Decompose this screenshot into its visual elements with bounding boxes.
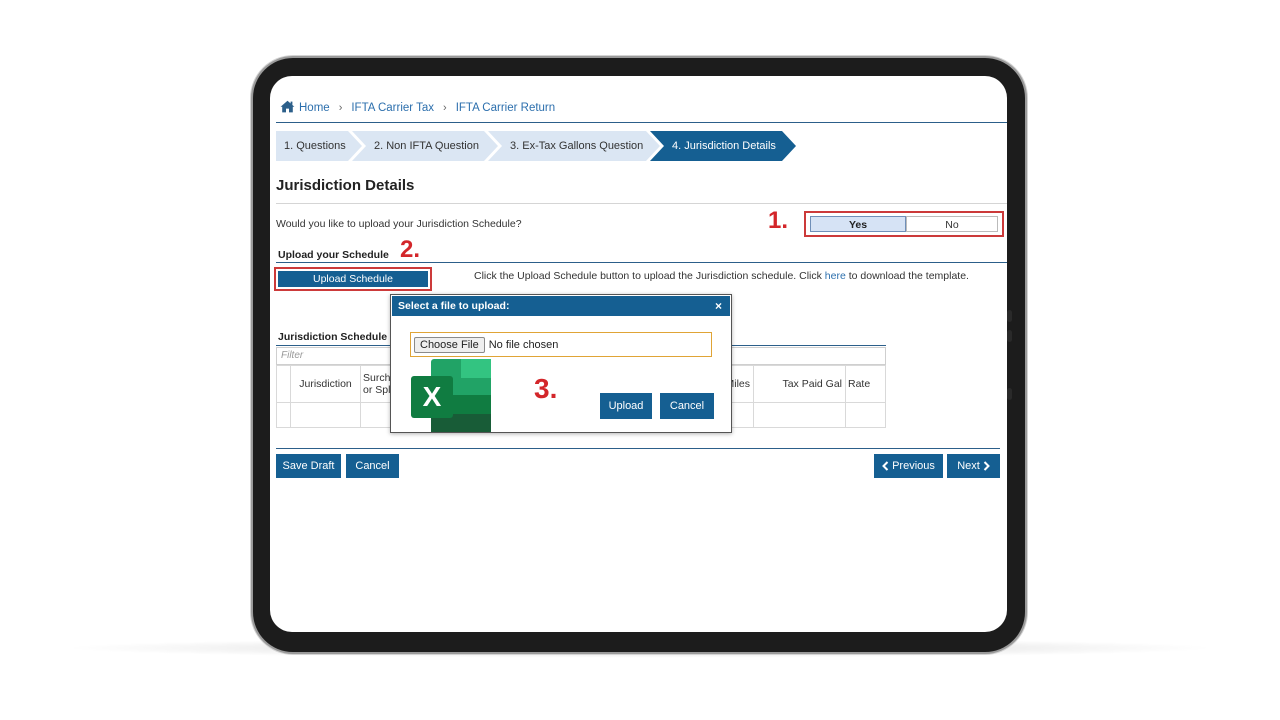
cancel-button[interactable]: Cancel: [346, 454, 399, 478]
tablet-side-button: [1007, 310, 1012, 322]
close-icon[interactable]: ×: [715, 296, 722, 316]
table-cell[interactable]: [754, 403, 846, 427]
template-download-link[interactable]: here: [825, 270, 846, 282]
previous-button[interactable]: Previous: [874, 454, 943, 478]
tablet-screen: Home › IFTA Carrier Tax › IFTA Carrier R…: [270, 76, 1007, 632]
schedule-title: Jurisdiction Schedule: [278, 331, 388, 343]
breadcrumb-home[interactable]: Home: [299, 102, 330, 114]
title-divider: [276, 203, 1007, 204]
breadcrumb-divider: [276, 122, 1007, 123]
dialog-cancel-button[interactable]: Cancel: [660, 393, 714, 419]
yes-toggle[interactable]: Yes: [810, 216, 906, 232]
table-cell: [277, 366, 291, 402]
excel-letter: X: [423, 381, 442, 412]
chevron-right-icon: [983, 461, 990, 471]
table-cell[interactable]: [846, 403, 885, 427]
yes-no-highlight: Yes No: [804, 211, 1004, 237]
callout-1: 1.: [768, 207, 789, 234]
callout-3: 3.: [534, 373, 558, 404]
step-non-ifta-question[interactable]: 2. Non IFTA Question: [352, 131, 498, 161]
breadcrumb: Home › IFTA Carrier Tax › IFTA Carrier R…: [280, 100, 555, 116]
breadcrumb-ifta-carrier-tax[interactable]: IFTA Carrier Tax: [351, 102, 434, 114]
step-questions[interactable]: 1. Questions: [276, 131, 362, 161]
column-header-text: Surch: [363, 372, 391, 384]
actions-divider: [276, 448, 1000, 449]
home-icon[interactable]: [280, 100, 295, 116]
upload-button[interactable]: Upload: [600, 393, 652, 419]
tablet-side-button: [1007, 330, 1012, 342]
upload-button-highlight: Upload Schedule: [274, 267, 432, 291]
chevron-left-icon: [882, 461, 889, 471]
upload-instruction: Click the Upload Schedule button to uplo…: [474, 270, 969, 282]
file-input[interactable]: Choose File No file chosen: [410, 332, 712, 357]
save-draft-button[interactable]: Save Draft: [276, 454, 341, 478]
breadcrumb-separator: ›: [338, 102, 343, 114]
next-label: Next: [957, 460, 980, 472]
step-jurisdiction-details[interactable]: 4. Jurisdiction Details: [650, 131, 796, 161]
upload-schedule-button[interactable]: Upload Schedule: [278, 271, 428, 287]
excel-icon: X: [411, 359, 493, 438]
upload-divider: [276, 262, 1007, 263]
dialog-title: Select a file to upload:: [398, 300, 510, 312]
column-header-tax-paid-gal[interactable]: Tax Paid Gal: [754, 366, 846, 402]
column-header-text: or Spl: [363, 384, 391, 396]
instruction-text: Click the Upload Schedule button to uplo…: [474, 270, 825, 282]
column-header-rate[interactable]: Rate: [846, 366, 885, 402]
breadcrumb-separator: ›: [443, 102, 447, 114]
file-upload-dialog: Select a file to upload: × Choose File N…: [390, 294, 732, 433]
tablet-side-button: [1007, 388, 1012, 400]
next-button[interactable]: Next: [947, 454, 1000, 478]
table-cell: [277, 403, 291, 427]
previous-label: Previous: [892, 460, 935, 472]
dialog-header: Select a file to upload: ×: [392, 296, 730, 316]
no-toggle[interactable]: No: [906, 216, 998, 232]
table-cell[interactable]: [291, 403, 361, 427]
page-title: Jurisdiction Details: [276, 177, 415, 194]
instruction-text: to download the template.: [845, 270, 969, 282]
upload-question: Would you like to upload your Jurisdicti…: [276, 218, 522, 230]
choose-file-button[interactable]: Choose File: [414, 336, 485, 353]
step-wizard: 1. Questions 2. Non IFTA Question 3. Ex-…: [276, 131, 786, 161]
upload-heading: Upload your Schedule: [278, 249, 389, 261]
column-header-jurisdiction[interactable]: Jurisdiction: [291, 366, 361, 402]
step-ex-tax-gallons-question[interactable]: 3. Ex-Tax Gallons Question: [488, 131, 660, 161]
file-status: No file chosen: [488, 338, 559, 351]
callout-2: 2.: [400, 236, 421, 263]
breadcrumb-ifta-carrier-return[interactable]: IFTA Carrier Return: [456, 102, 555, 114]
